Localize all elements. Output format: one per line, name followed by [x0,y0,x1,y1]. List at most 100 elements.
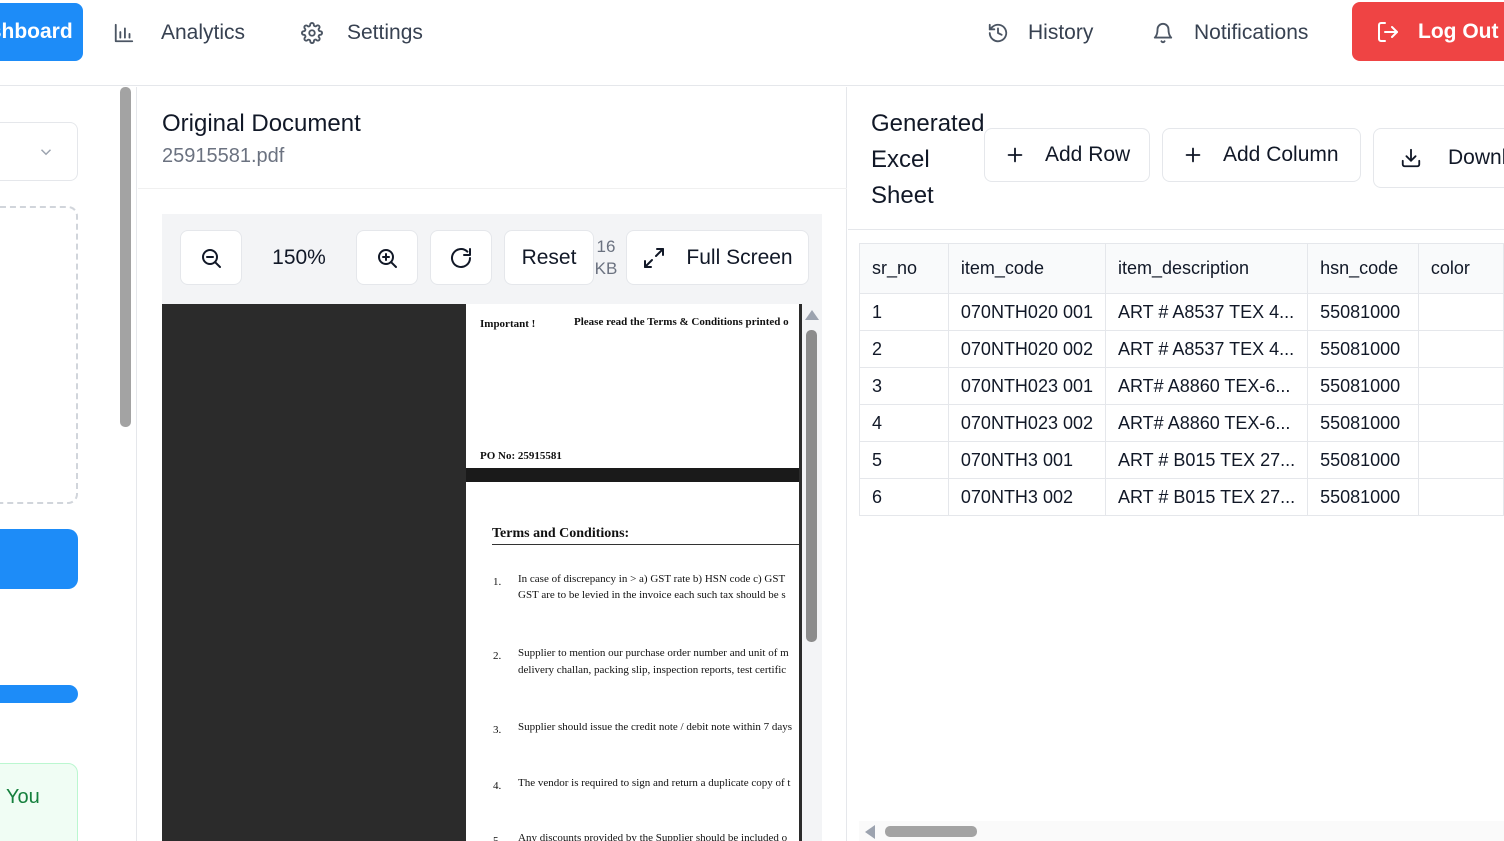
table-cell[interactable]: ART # A8537 TEX 4... [1104,330,1309,368]
pdf-canvas[interactable]: Important ! Please read the Terms & Cond… [162,304,822,841]
nav-settings-label: Settings [347,21,423,44]
pdf-item-line: GST are to be levied in the invoice each… [518,589,786,601]
table-cell[interactable]: 4 [859,404,949,442]
data-table: sr_no item_code item_description hsn_cod… [859,243,1504,516]
file-size: 16 KB [594,236,618,280]
grid-scrollbar-thumb[interactable] [885,826,977,837]
zoom-out-icon [202,248,221,268]
excel-title: Generated Excel Sheet [871,110,985,209]
process-button[interactable] [0,529,78,589]
table-row: 4 070NTH023 002 ART# A8860 TEX-6... 5508… [859,404,1504,442]
table-cell[interactable]: 3 [859,367,949,405]
pdf-page-gap [466,468,799,482]
pdf-scrollbar-thumb[interactable] [806,330,817,642]
table-row: 6 070NTH3 002 ART # B015 TEX 27... 55081… [859,478,1504,516]
table-cell[interactable]: 070NTH020 001 [947,293,1107,331]
nav-history[interactable]: History [987,16,1093,50]
document-panel: Original Document 25915581.pdf 150% Rese… [138,87,847,841]
history-icon [988,23,1008,43]
table-cell[interactable] [1417,478,1504,516]
logout-button[interactable]: Log Out [1352,2,1504,61]
rotate-icon [451,247,471,268]
nav-notifications[interactable]: Notifications [1152,16,1308,50]
nav-settings[interactable]: Settings [301,16,423,50]
bar-chart-icon [114,23,134,43]
add-column-button[interactable]: Add Column [1162,128,1361,182]
table-cell[interactable]: 1 [859,293,949,331]
add-row-label: Add Row [1045,143,1131,166]
excel-panel: Generated Excel Sheet Add Row Add Column… [848,87,1504,841]
table-cell[interactable]: 55081000 [1307,330,1419,368]
table-row: 1 070NTH020 001 ART # A8537 TEX 4... 550… [859,293,1504,331]
table-cell[interactable] [1417,404,1504,442]
sidebar-scrollbar-thumb[interactable] [120,87,131,427]
zoom-in-button[interactable] [356,230,418,285]
pdf-po-number: PO No: 25915581 [480,450,562,462]
table-cell[interactable]: ART# A8860 TEX-6... [1104,404,1309,442]
add-row-button[interactable]: Add Row [984,128,1150,182]
table-cell[interactable] [1417,367,1504,405]
document-filename: 25915581.pdf [162,145,285,167]
table-cell[interactable]: 55081000 [1307,293,1419,331]
table-cell[interactable] [1417,330,1504,368]
table-cell[interactable]: 5 [859,441,949,479]
pdf-item-line: delivery challan, packing slip, inspecti… [518,664,787,676]
table-cell[interactable]: 55081000 [1307,441,1419,479]
fullscreen-button[interactable]: Full Screen [626,230,809,285]
table-cell[interactable]: 070NTH3 002 [947,478,1107,516]
table-cell[interactable]: 6 [859,478,949,516]
table-cell[interactable]: ART # B015 TEX 27... [1104,478,1309,516]
grid-horizontal-scrollbar[interactable] [859,821,1504,841]
template-select[interactable] [0,122,78,181]
pdf-item-line: Any discounts provided by the Supplier s… [518,832,788,841]
download-button[interactable]: Download [1373,128,1504,188]
gear-icon [301,22,323,44]
table-cell[interactable]: 070NTH020 002 [947,330,1107,368]
pdf-important-text: Important ! [480,318,536,330]
column-header[interactable]: sr_no [859,243,949,294]
pdf-item-line: Supplier to mention our purchase order n… [518,647,789,659]
plus-icon [1185,147,1201,163]
nav-notifications-label: Notifications [1194,21,1309,44]
file-drop-zone[interactable] [0,206,78,504]
pdf-item-line: Supplier should issue the credit note / … [518,721,793,733]
zoom-out-button[interactable] [180,230,242,285]
table-cell[interactable]: 2 [859,330,949,368]
table-cell[interactable]: ART # B015 TEX 27... [1104,441,1309,479]
table-cell[interactable]: 070NTH3 001 [947,441,1107,479]
pdf-item-number: 1. [493,576,502,588]
pdf-item-line: The vendor is required to sign and retur… [518,777,791,789]
table-cell[interactable]: 55081000 [1307,367,1419,405]
add-column-label: Add Column [1223,143,1339,166]
reset-button[interactable]: Reset [504,230,594,285]
table-cell[interactable]: ART# A8860 TEX-6... [1104,367,1309,405]
table-row: 3 070NTH023 001 ART# A8860 TEX-6... 5508… [859,367,1504,405]
zoom-in-icon [378,248,397,268]
pdf-item-number: 3. [493,724,502,736]
document-title: Original Document [162,110,361,137]
pdf-page: Important ! Please read the Terms & Cond… [466,304,799,468]
table-cell[interactable]: 070NTH023 001 [947,367,1107,405]
expand-icon [644,247,665,268]
success-alert-text: You [6,786,40,808]
table-cell[interactable] [1417,293,1504,331]
scroll-left-arrow-icon[interactable] [865,825,875,839]
rotate-button[interactable] [430,230,492,285]
column-header[interactable]: item_description [1104,243,1309,294]
column-header[interactable]: item_code [947,243,1107,294]
pdf-item-line: In case of discrepancy in > a) GST rate … [518,573,786,585]
table-cell[interactable] [1417,441,1504,479]
nav-analytics[interactable]: Analytics [113,16,245,50]
pdf-heading-rule [492,544,799,545]
nav-dashboard-button[interactable]: Dashboard [0,3,83,61]
table-cell[interactable]: 55081000 [1307,478,1419,516]
plus-icon [1007,147,1023,163]
column-header[interactable]: color [1417,243,1504,294]
table-cell[interactable]: ART # A8537 TEX 4... [1104,293,1309,331]
table-cell[interactable]: 070NTH023 002 [947,404,1107,442]
column-header[interactable]: hsn_code [1307,243,1419,294]
scroll-up-arrow-icon[interactable] [805,310,819,320]
table-cell[interactable]: 55081000 [1307,404,1419,442]
pdf-scrollbar[interactable] [802,304,822,841]
table-row: 2 070NTH020 002 ART # A8537 TEX 4... 550… [859,330,1504,368]
